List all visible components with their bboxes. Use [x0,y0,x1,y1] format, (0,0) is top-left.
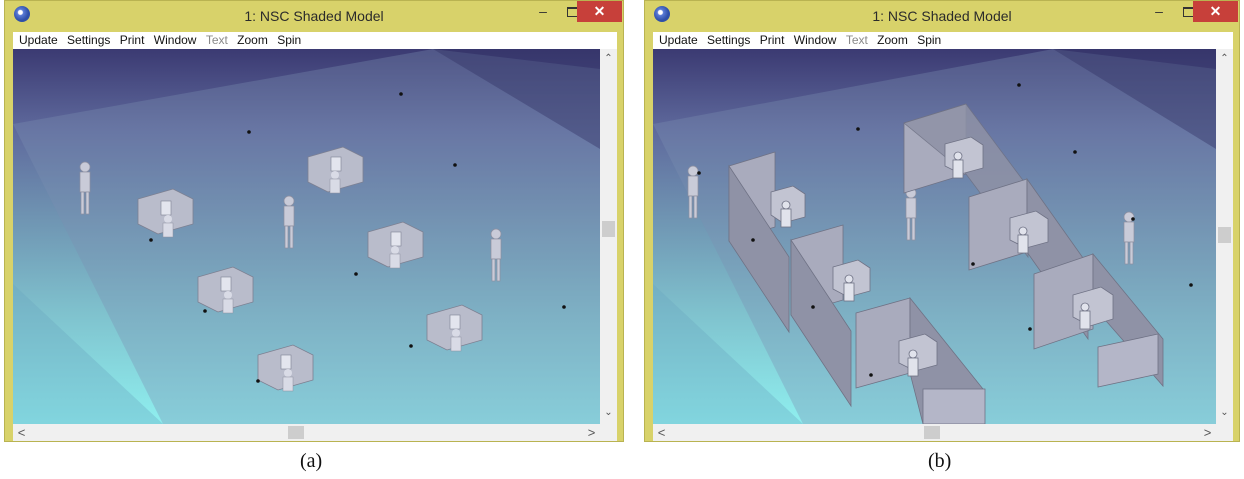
vertical-scrollbar[interactable]: ⌃ ⌄ [600,49,617,424]
vertical-scrollbar[interactable]: ⌃ ⌄ [1216,49,1233,424]
shaded-model-viewport[interactable] [653,49,1216,424]
window-b: 1: NSC Shaded Model – ✕ Update Settings … [644,0,1240,442]
menu-bar: Update Settings Print Window Text Zoom S… [13,32,617,49]
scroll-right-arrow-icon[interactable]: > [1199,424,1216,441]
menu-zoom[interactable]: Zoom [237,32,268,49]
vertical-scroll-thumb[interactable] [1218,227,1231,243]
shaded-model-viewport[interactable] [13,49,600,424]
menu-update[interactable]: Update [659,32,698,49]
menu-spin[interactable]: Spin [277,32,301,49]
horizontal-scrollbar[interactable]: < > [13,424,617,441]
title-bar[interactable]: 1: NSC Shaded Model – ✕ [5,1,623,32]
horizontal-scroll-thumb[interactable] [924,426,940,439]
maximize-icon [566,7,578,17]
close-button[interactable]: ✕ [1193,1,1238,22]
menu-window[interactable]: Window [794,32,837,49]
minimize-button[interactable]: – [529,1,557,22]
figure-caption-a: (a) [300,450,323,472]
menu-spin[interactable]: Spin [917,32,941,49]
scroll-left-arrow-icon[interactable]: < [13,424,30,441]
horizontal-scrollbar[interactable]: < > [653,424,1233,441]
scroll-down-arrow-icon[interactable]: ⌄ [600,407,617,418]
menu-zoom[interactable]: Zoom [877,32,908,49]
scroll-down-arrow-icon[interactable]: ⌄ [1216,407,1233,418]
menu-print[interactable]: Print [760,32,785,49]
title-bar[interactable]: 1: NSC Shaded Model – ✕ [645,1,1239,32]
scroll-left-arrow-icon[interactable]: < [653,424,670,441]
minimize-button[interactable]: – [1145,1,1173,22]
scroll-right-arrow-icon[interactable]: > [583,424,600,441]
standing-person [687,165,699,219]
horizontal-scroll-thumb[interactable] [288,426,304,439]
menu-update[interactable]: Update [19,32,58,49]
menu-print[interactable]: Print [120,32,145,49]
scroll-up-arrow-icon[interactable]: ⌃ [600,53,617,64]
menu-settings[interactable]: Settings [67,32,110,49]
figure-caption-b: (b) [928,450,952,472]
menu-settings[interactable]: Settings [707,32,750,49]
menu-text: Text [205,33,228,47]
maximize-icon [1182,7,1194,17]
window-a: 1: NSC Shaded Model – ✕ Update Settings … [4,0,624,442]
office-scene-b [653,49,1216,424]
menu-window[interactable]: Window [154,32,197,49]
menu-text: Text [845,33,868,47]
scroll-up-arrow-icon[interactable]: ⌃ [1216,53,1233,64]
menu-bar: Update Settings Print Window Text Zoom S… [653,32,1233,49]
vertical-scroll-thumb[interactable] [602,221,615,237]
office-scene-a [13,49,600,424]
close-button[interactable]: ✕ [577,1,622,22]
